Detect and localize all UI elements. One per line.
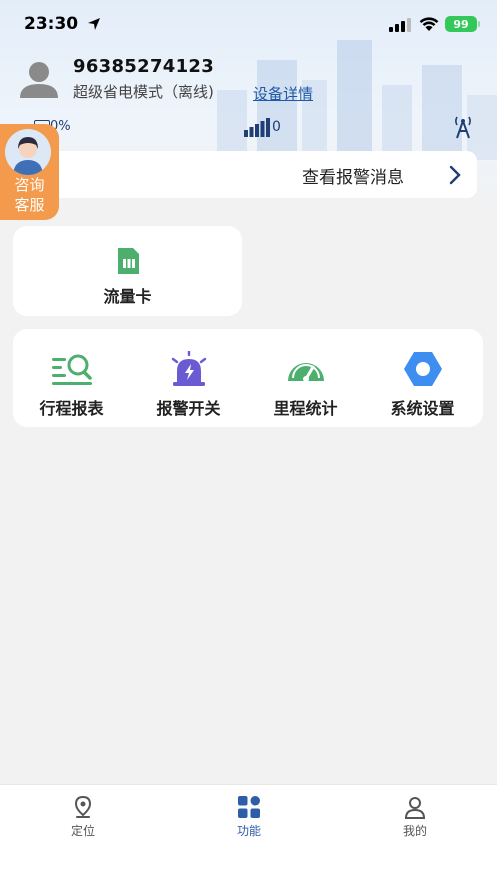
battery-level: 99 bbox=[453, 17, 469, 31]
alarm-switch-icon bbox=[171, 351, 207, 386]
wifi-icon bbox=[419, 17, 439, 31]
user-avatar-icon bbox=[20, 62, 58, 98]
customer-service-label: 咨询 客服 bbox=[0, 175, 59, 215]
system-settings-button[interactable]: 系统设置 bbox=[364, 329, 481, 427]
sim-card-label: 流量卡 bbox=[103, 287, 152, 306]
agent-avatar-icon bbox=[13, 137, 43, 175]
location-arrow-icon bbox=[88, 18, 100, 30]
status-bar: 23:30 99 bbox=[0, 0, 497, 50]
tab-functions[interactable]: 功能 bbox=[166, 785, 332, 855]
cs-label-line2: 客服 bbox=[14, 196, 45, 214]
speedometer-icon bbox=[288, 363, 324, 382]
cellular-signal-icon bbox=[389, 18, 411, 32]
trip-report-label: 行程报表 bbox=[39, 399, 104, 418]
trip-report-icon bbox=[52, 354, 92, 385]
signal-strength-icon bbox=[244, 118, 270, 137]
alarm-switch-button[interactable]: 报警开关 bbox=[130, 329, 247, 427]
sim-card-button[interactable]: 流量卡 bbox=[13, 226, 242, 316]
tab-location[interactable]: 定位 bbox=[0, 785, 166, 855]
alarm-switch-label: 报警开关 bbox=[156, 399, 221, 418]
signal-strength-value: 0 bbox=[272, 119, 281, 135]
tab-functions-label: 功能 bbox=[236, 824, 261, 838]
mileage-stats-label: 里程统计 bbox=[273, 399, 338, 418]
chevron-right-icon bbox=[449, 165, 461, 185]
status-time: 23:30 bbox=[24, 14, 79, 34]
mileage-stats-button[interactable]: 里程统计 bbox=[247, 329, 364, 427]
function-grid: 行程报表 报警开关 里程统计 系统设置 bbox=[13, 329, 483, 427]
location-pin-icon bbox=[74, 795, 92, 818]
sim-card-icon bbox=[118, 248, 139, 274]
settings-icon bbox=[404, 352, 442, 386]
customer-service-avatar bbox=[5, 129, 51, 175]
grid-apps-icon bbox=[238, 796, 260, 818]
device-detail-link[interactable]: 设备详情 bbox=[253, 83, 313, 104]
tab-location-label: 定位 bbox=[70, 824, 95, 838]
power-mode-status: 超级省电模式（离线) bbox=[73, 83, 214, 101]
cs-label-line1: 咨询 bbox=[14, 176, 45, 194]
user-icon bbox=[404, 797, 426, 819]
tab-mine-label: 我的 bbox=[402, 824, 427, 838]
alarm-messages-label: 查看报警消息 bbox=[302, 168, 404, 188]
view-alarm-messages-button[interactable]: 查看报警消息 bbox=[59, 151, 477, 198]
gps-tower-icon bbox=[455, 116, 471, 139]
customer-service-button[interactable]: 咨询 客服 bbox=[0, 124, 59, 220]
bottom-tab-bar: 定位 功能 我的 bbox=[0, 784, 497, 883]
tab-mine[interactable]: 我的 bbox=[332, 785, 497, 855]
trip-report-button[interactable]: 行程报表 bbox=[13, 329, 130, 427]
battery-indicator: 99 bbox=[445, 16, 480, 32]
device-id: 96385274123 bbox=[73, 56, 215, 77]
system-settings-label: 系统设置 bbox=[390, 399, 455, 418]
